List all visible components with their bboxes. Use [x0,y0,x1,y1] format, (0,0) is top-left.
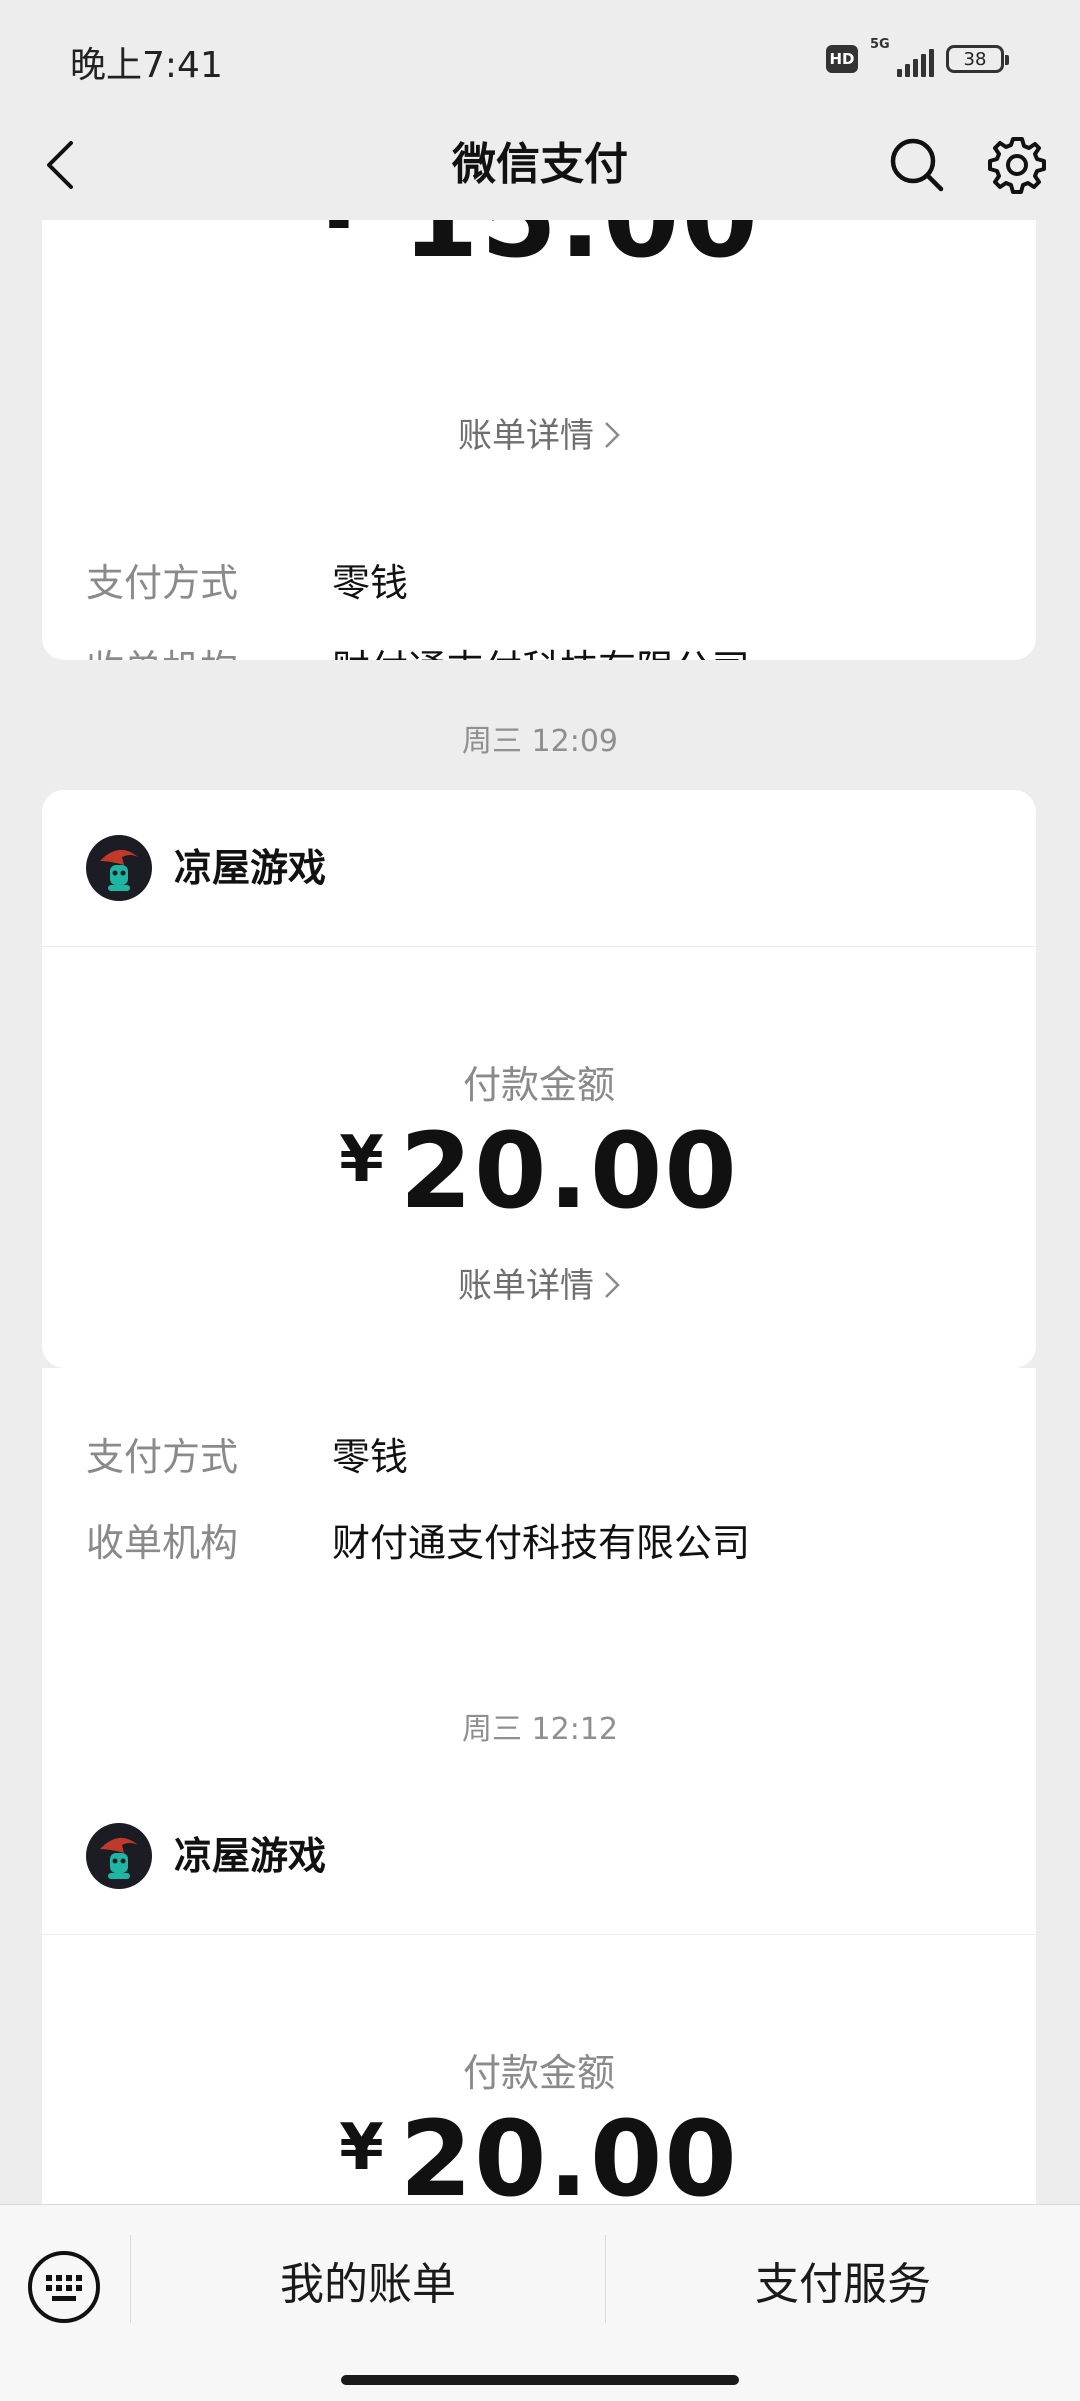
keyboard-button[interactable] [26,2249,102,2325]
keyboard-icon [28,2251,100,2323]
currency-symbol: ¥ [339,2111,384,2185]
amount: ¥20.00 [42,2098,1036,2204]
back-button[interactable] [30,135,90,195]
merchant-avatar-icon [86,1823,152,1889]
transaction-list[interactable]: · 15.00 账单详情 支付方式 零钱 收单机构 财付通支付科技有限公司 周三… [0,220,1080,2204]
hd-badge: HD [826,45,858,73]
gear-icon [988,137,1046,194]
search-button[interactable] [884,132,950,198]
battery-icon: 38 [946,45,1009,73]
chevron-right-icon [605,1271,620,1298]
settings-button[interactable] [984,132,1050,198]
transaction-card[interactable]: 凉屋游戏 付款金额 ¥20.00 [42,1778,1036,2204]
currency-symbol: ¥ [339,1123,384,1197]
merchant-avatar-icon [86,835,152,901]
nav-bar: 微信支付 [0,110,1080,220]
search-icon [890,138,944,192]
battery-level: 38 [963,48,987,70]
transaction-card[interactable]: 凉屋游戏 付款金额 ¥20.00 账单详情 [42,790,1036,1368]
merchant-row[interactable]: 凉屋游戏 [42,1778,1036,1935]
bill-detail-label: 账单详情 [458,416,594,456]
signal-icon: 5G [870,37,934,77]
bill-detail-link[interactable]: 账单详情 [42,1258,1036,1307]
home-indicator [341,2375,739,2385]
institution-label: 收单机构 [86,638,238,660]
chevron-right-icon [605,421,620,448]
amount-value: 20.00 [399,1110,739,1232]
transaction-time: 周三 12:12 [462,1712,618,1747]
merchant-row[interactable]: 凉屋游戏 [42,790,1036,947]
amount-value: 20.00 [399,2098,739,2204]
tab-my-bills[interactable]: 我的账单 [131,2205,605,2365]
amount-partial: · 15.00 [42,220,1036,282]
bottom-bar: 我的账单 支付服务 [0,2204,1080,2401]
merchant-name: 凉屋游戏 [174,846,327,890]
status-icons: HD 5G 38 [826,37,1009,78]
transaction-time: 周三 12:09 [462,724,618,759]
merchant-name: 凉屋游戏 [174,1834,327,1878]
bill-detail-label: 账单详情 [458,1266,594,1306]
network-type: 5G [870,37,890,52]
pay-amount-label: 付款金额 [462,1063,615,1107]
pay-amount-label: 付款金额 [462,2051,615,2095]
status-time: 晚上7:41 [70,45,223,86]
bill-detail-link[interactable]: 账单详情 [42,408,1036,457]
payment-method-label: 支付方式 [86,561,239,605]
institution-value: 财付通支付科技有限公司 [332,638,750,660]
status-bar: 晚上7:41 HD 5G 38 [0,0,1080,110]
tab-payment-services[interactable]: 支付服务 [606,2205,1080,2365]
transaction-card: · 15.00 账单详情 支付方式 零钱 收单机构 财付通支付科技有限公司 [42,220,1036,660]
amount: ¥20.00 [42,1110,1036,1232]
back-chevron-icon [47,141,73,189]
payment-method-value: 零钱 [332,561,409,605]
